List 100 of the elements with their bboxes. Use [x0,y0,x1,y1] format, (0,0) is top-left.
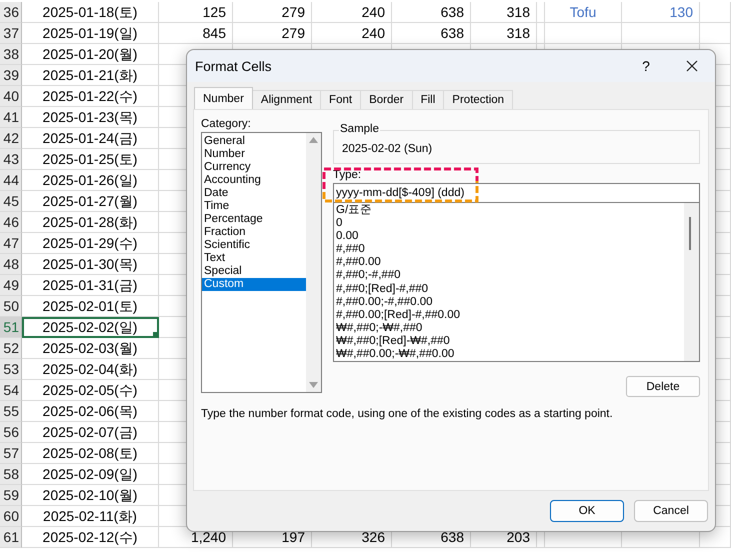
date-cell[interactable]: 2025-01-26(일) [22,170,159,191]
format-item[interactable]: #,##0.00;[Red]-#,##0.00 [336,308,684,322]
row-header[interactable]: 36 [0,2,22,23]
format-item[interactable]: #,##0.00;-#,##0.00 [336,296,684,309]
row-header[interactable]: 61 [0,527,22,548]
date-cell[interactable]: 2025-02-08(토) [22,443,159,464]
date-cell[interactable]: 2025-02-05(수) [22,380,159,401]
type-input-field[interactable]: yyyy-mm-dd[$-409] (ddd) [333,183,700,203]
date-cell[interactable]: 2025-01-29(수) [22,233,159,254]
row-header[interactable]: 59 [0,485,22,506]
date-cell[interactable]: 2025-02-07(금) [22,422,159,443]
date-cell[interactable]: 2025-01-19(일) [22,23,159,44]
date-cell[interactable]: 2025-02-11(화) [22,506,159,527]
date-cell[interactable]: 2025-02-06(목) [22,401,159,422]
category-item[interactable]: Special [202,265,306,278]
empty-cell[interactable] [700,2,731,23]
row-header[interactable]: 50 [0,296,22,317]
row-header[interactable]: 37 [0,23,22,44]
row-header[interactable]: 53 [0,359,22,380]
date-cell[interactable]: 2025-01-30(목) [22,254,159,275]
scroll-up-icon[interactable] [309,137,318,143]
category-item[interactable]: Currency [202,161,306,174]
row-header[interactable]: 56 [0,422,22,443]
row-header[interactable]: 47 [0,233,22,254]
empty-cell[interactable] [545,23,622,44]
category-item[interactable]: Date [202,187,306,200]
row-header[interactable]: 38 [0,44,22,65]
date-cell[interactable]: 2025-02-10(월) [22,485,159,506]
format-item[interactable]: ₩#,##0;[Red]-₩#,##0 [336,334,684,348]
row-header[interactable]: 58 [0,464,22,485]
date-cell[interactable]: 2025-01-28(화) [22,212,159,233]
empty-cell[interactable] [537,2,545,23]
date-cell[interactable]: 2025-01-21(화) [22,65,159,86]
empty-cell[interactable] [700,23,731,44]
table-cell: 240 [312,23,392,44]
format-item[interactable]: 0 [336,217,684,230]
format-item[interactable]: #,##0;[Red]-#,##0 [336,282,684,296]
format-item[interactable]: ₩#,##0;-₩#,##0 [336,322,684,335]
scrollbar[interactable] [684,203,699,361]
dialog-button[interactable]: OK [550,500,624,522]
row-header[interactable]: 51 [0,317,22,338]
date-cell[interactable]: 2025-02-04(화) [22,359,159,380]
date-cell[interactable]: 2025-01-20(월) [22,44,159,65]
date-cell[interactable]: 2025-01-25(토) [22,149,159,170]
row-header[interactable]: 45 [0,191,22,212]
date-cell[interactable]: 2025-01-18(토) [22,2,159,23]
format-item[interactable]: G/표준 [336,204,684,218]
row-header[interactable]: 43 [0,149,22,170]
row-header[interactable]: 54 [0,380,22,401]
row-header[interactable]: 44 [0,170,22,191]
row-header[interactable]: 52 [0,338,22,359]
category-item[interactable]: General [202,135,306,148]
category-list[interactable]: General Number Currency Accounting Date Time Percentage Fraction Scientific Text Special Custom [201,132,322,393]
category-item[interactable]: Percentage [202,213,306,226]
table-cell: 279 [233,2,312,23]
category-item[interactable]: Text [202,252,306,265]
category-item[interactable]: Accounting [202,174,306,187]
row-header[interactable]: 40 [0,86,22,107]
row-header[interactable]: 55 [0,401,22,422]
category-item[interactable]: Custom [202,278,306,291]
format-item[interactable]: #,##0 [336,243,684,256]
row-header[interactable]: 46 [0,212,22,233]
date-cell[interactable]: 2025-02-03(월) [22,338,159,359]
row-header[interactable]: 60 [0,506,22,527]
format-item[interactable]: ₩#,##0.00;-₩#,##0.00 [336,348,684,362]
row-header[interactable]: 57 [0,443,22,464]
date-cell[interactable]: 2025-01-31(금) [22,275,159,296]
format-item[interactable]: 0.00 [336,230,684,244]
date-cell[interactable]: 2025-02-01(토) [22,296,159,317]
scroll-down-icon[interactable] [309,382,318,388]
scrollbar[interactable] [306,133,321,392]
table-cell: 240 [312,2,392,23]
row-header[interactable]: 49 [0,275,22,296]
delete-button[interactable]: Delete [626,376,700,397]
row-header[interactable]: 42 [0,128,22,149]
date-cell[interactable]: 2025-01-23(목) [22,107,159,128]
date-cell[interactable]: 2025-02-09(일) [22,464,159,485]
format-list[interactable]: G/표준 0 0.00 #,##0 #,##0.00 #,##0;-#,##0 #,##0;[Red]-#,##0 #,##0.00;-#,##0.00 #,##0.00;[Red]-#,##0.00 ₩#,##0;-₩#,##0 ₩#,##0;[Red]-₩#,##0 ₩#,##0.00;-₩#,##0.00 [333,203,700,362]
date-cell[interactable]: 2025-02-12(수) [22,527,159,548]
tab[interactable]: Protection [443,90,514,109]
row-header[interactable]: 39 [0,65,22,86]
date-cell[interactable]: 2025-02-02(일) [22,317,159,338]
date-cell[interactable]: 2025-01-24(금) [22,128,159,149]
format-item[interactable]: #,##0;-#,##0 [336,269,684,283]
row-header[interactable]: 48 [0,254,22,275]
dialog-button[interactable]: Cancel [634,500,708,522]
category-item[interactable]: Time [202,200,306,213]
date-cell[interactable]: 2025-01-27(월) [22,191,159,212]
help-button[interactable]: ? [623,58,669,74]
row-header[interactable]: 41 [0,107,22,128]
table-cell: 318 [471,2,537,23]
date-cell[interactable]: 2025-01-22(수) [22,86,159,107]
category-item[interactable]: Number [202,148,306,161]
category-item[interactable]: Fraction [202,226,306,239]
empty-cell[interactable] [537,23,545,44]
tab[interactable]: Number [194,87,253,109]
format-item[interactable]: #,##0.00 [336,256,684,270]
empty-cell[interactable] [622,23,700,44]
close-icon[interactable] [686,60,698,72]
category-item[interactable]: Scientific [202,239,306,252]
